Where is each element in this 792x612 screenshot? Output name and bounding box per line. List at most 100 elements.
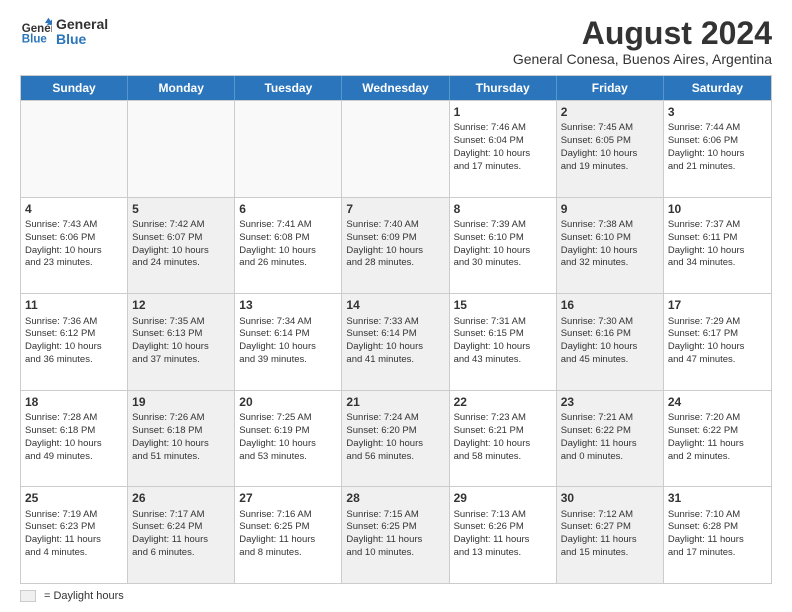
- calendar-cell: [128, 101, 235, 197]
- calendar-week: 18Sunrise: 7:28 AMSunset: 6:18 PMDayligh…: [21, 390, 771, 487]
- cell-info-line: Sunset: 6:14 PM: [346, 328, 444, 341]
- cell-info-line: Sunrise: 7:41 AM: [239, 219, 337, 232]
- cell-info-line: Daylight: 10 hours: [454, 245, 552, 258]
- calendar-cell: [342, 101, 449, 197]
- calendar-cell: 18Sunrise: 7:28 AMSunset: 6:18 PMDayligh…: [21, 391, 128, 487]
- calendar-cell: 16Sunrise: 7:30 AMSunset: 6:16 PMDayligh…: [557, 294, 664, 390]
- day-number: 18: [25, 394, 123, 410]
- cell-info-line: Sunrise: 7:19 AM: [25, 509, 123, 522]
- cell-info-line: Sunset: 6:17 PM: [668, 328, 767, 341]
- day-number: 14: [346, 297, 444, 313]
- calendar-week: 25Sunrise: 7:19 AMSunset: 6:23 PMDayligh…: [21, 486, 771, 583]
- cell-info-line: Sunset: 6:13 PM: [132, 328, 230, 341]
- cell-info-line: Daylight: 10 hours: [454, 341, 552, 354]
- cell-info-line: Daylight: 11 hours: [132, 534, 230, 547]
- cell-info-line: and 17 minutes.: [454, 161, 552, 174]
- calendar-cell: [21, 101, 128, 197]
- cell-info-line: Sunset: 6:19 PM: [239, 425, 337, 438]
- cell-info-line: Sunrise: 7:37 AM: [668, 219, 767, 232]
- cell-info-line: Daylight: 11 hours: [346, 534, 444, 547]
- cell-info-line: Sunrise: 7:30 AM: [561, 316, 659, 329]
- day-number: 12: [132, 297, 230, 313]
- calendar-header: SundayMondayTuesdayWednesdayThursdayFrid…: [21, 76, 771, 100]
- cell-info-line: Daylight: 11 hours: [561, 534, 659, 547]
- calendar-week: 4Sunrise: 7:43 AMSunset: 6:06 PMDaylight…: [21, 197, 771, 294]
- cell-info-line: and 39 minutes.: [239, 354, 337, 367]
- calendar-cell: 31Sunrise: 7:10 AMSunset: 6:28 PMDayligh…: [664, 487, 771, 583]
- day-number: 6: [239, 201, 337, 217]
- cell-info-line: Sunrise: 7:46 AM: [454, 122, 552, 135]
- cell-info-line: Sunrise: 7:12 AM: [561, 509, 659, 522]
- page: General Blue General Blue August 2024 Ge…: [0, 0, 792, 612]
- calendar-cell: 13Sunrise: 7:34 AMSunset: 6:14 PMDayligh…: [235, 294, 342, 390]
- cell-info-line: and 10 minutes.: [346, 547, 444, 560]
- cell-info-line: Sunset: 6:05 PM: [561, 135, 659, 148]
- cell-info-line: Sunrise: 7:42 AM: [132, 219, 230, 232]
- calendar-cell: 7Sunrise: 7:40 AMSunset: 6:09 PMDaylight…: [342, 198, 449, 294]
- calendar-body: 1Sunrise: 7:46 AMSunset: 6:04 PMDaylight…: [21, 100, 771, 583]
- cell-info-line: Daylight: 10 hours: [346, 341, 444, 354]
- day-number: 20: [239, 394, 337, 410]
- cell-info-line: Sunset: 6:28 PM: [668, 521, 767, 534]
- calendar-cell: 17Sunrise: 7:29 AMSunset: 6:17 PMDayligh…: [664, 294, 771, 390]
- calendar-cell: 22Sunrise: 7:23 AMSunset: 6:21 PMDayligh…: [450, 391, 557, 487]
- calendar-cell: 10Sunrise: 7:37 AMSunset: 6:11 PMDayligh…: [664, 198, 771, 294]
- day-number: 24: [668, 394, 767, 410]
- cell-info-line: Sunset: 6:11 PM: [668, 232, 767, 245]
- cell-info-line: and 17 minutes.: [668, 547, 767, 560]
- cell-info-line: Sunset: 6:21 PM: [454, 425, 552, 438]
- calendar-cell: 9Sunrise: 7:38 AMSunset: 6:10 PMDaylight…: [557, 198, 664, 294]
- calendar-cell: 5Sunrise: 7:42 AMSunset: 6:07 PMDaylight…: [128, 198, 235, 294]
- cell-info-line: Daylight: 11 hours: [561, 438, 659, 451]
- cell-info-line: and 26 minutes.: [239, 257, 337, 270]
- cell-info-line: Daylight: 10 hours: [239, 438, 337, 451]
- day-number: 7: [346, 201, 444, 217]
- logo-blue: Blue: [56, 32, 108, 47]
- cell-info-line: Sunset: 6:20 PM: [346, 425, 444, 438]
- header: General Blue General Blue August 2024 Ge…: [20, 16, 772, 67]
- calendar-cell: 3Sunrise: 7:44 AMSunset: 6:06 PMDaylight…: [664, 101, 771, 197]
- day-number: 1: [454, 104, 552, 120]
- cell-info-line: Daylight: 10 hours: [668, 148, 767, 161]
- day-number: 30: [561, 490, 659, 506]
- cell-info-line: and 37 minutes.: [132, 354, 230, 367]
- day-number: 17: [668, 297, 767, 313]
- calendar-cell: 14Sunrise: 7:33 AMSunset: 6:14 PMDayligh…: [342, 294, 449, 390]
- cell-info-line: Sunrise: 7:34 AM: [239, 316, 337, 329]
- calendar-cell: 25Sunrise: 7:19 AMSunset: 6:23 PMDayligh…: [21, 487, 128, 583]
- cell-info-line: and 45 minutes.: [561, 354, 659, 367]
- cell-info-line: Daylight: 10 hours: [132, 341, 230, 354]
- day-of-week-header: Monday: [128, 76, 235, 100]
- calendar-cell: 24Sunrise: 7:20 AMSunset: 6:22 PMDayligh…: [664, 391, 771, 487]
- cell-info-line: Sunrise: 7:20 AM: [668, 412, 767, 425]
- day-number: 28: [346, 490, 444, 506]
- day-number: 23: [561, 394, 659, 410]
- cell-info-line: Sunset: 6:23 PM: [25, 521, 123, 534]
- cell-info-line: Sunset: 6:27 PM: [561, 521, 659, 534]
- calendar-cell: 4Sunrise: 7:43 AMSunset: 6:06 PMDaylight…: [21, 198, 128, 294]
- day-number: 15: [454, 297, 552, 313]
- cell-info-line: and 28 minutes.: [346, 257, 444, 270]
- day-number: 11: [25, 297, 123, 313]
- cell-info-line: and 4 minutes.: [25, 547, 123, 560]
- logo: General Blue General Blue: [20, 16, 108, 48]
- calendar-cell: 26Sunrise: 7:17 AMSunset: 6:24 PMDayligh…: [128, 487, 235, 583]
- cell-info-line: Sunrise: 7:13 AM: [454, 509, 552, 522]
- calendar-cell: 1Sunrise: 7:46 AMSunset: 6:04 PMDaylight…: [450, 101, 557, 197]
- day-number: 21: [346, 394, 444, 410]
- day-number: 2: [561, 104, 659, 120]
- cell-info-line: Sunset: 6:10 PM: [561, 232, 659, 245]
- cell-info-line: and 23 minutes.: [25, 257, 123, 270]
- logo-general: General: [56, 17, 108, 32]
- cell-info-line: Daylight: 11 hours: [239, 534, 337, 547]
- calendar-cell: 19Sunrise: 7:26 AMSunset: 6:18 PMDayligh…: [128, 391, 235, 487]
- calendar-week: 1Sunrise: 7:46 AMSunset: 6:04 PMDaylight…: [21, 100, 771, 197]
- cell-info-line: Sunset: 6:12 PM: [25, 328, 123, 341]
- legend-shaded-box: [20, 590, 36, 602]
- day-number: 29: [454, 490, 552, 506]
- cell-info-line: and 13 minutes.: [454, 547, 552, 560]
- cell-info-line: Sunrise: 7:10 AM: [668, 509, 767, 522]
- calendar-cell: 20Sunrise: 7:25 AMSunset: 6:19 PMDayligh…: [235, 391, 342, 487]
- calendar-cell: 28Sunrise: 7:15 AMSunset: 6:25 PMDayligh…: [342, 487, 449, 583]
- cell-info-line: Sunrise: 7:38 AM: [561, 219, 659, 232]
